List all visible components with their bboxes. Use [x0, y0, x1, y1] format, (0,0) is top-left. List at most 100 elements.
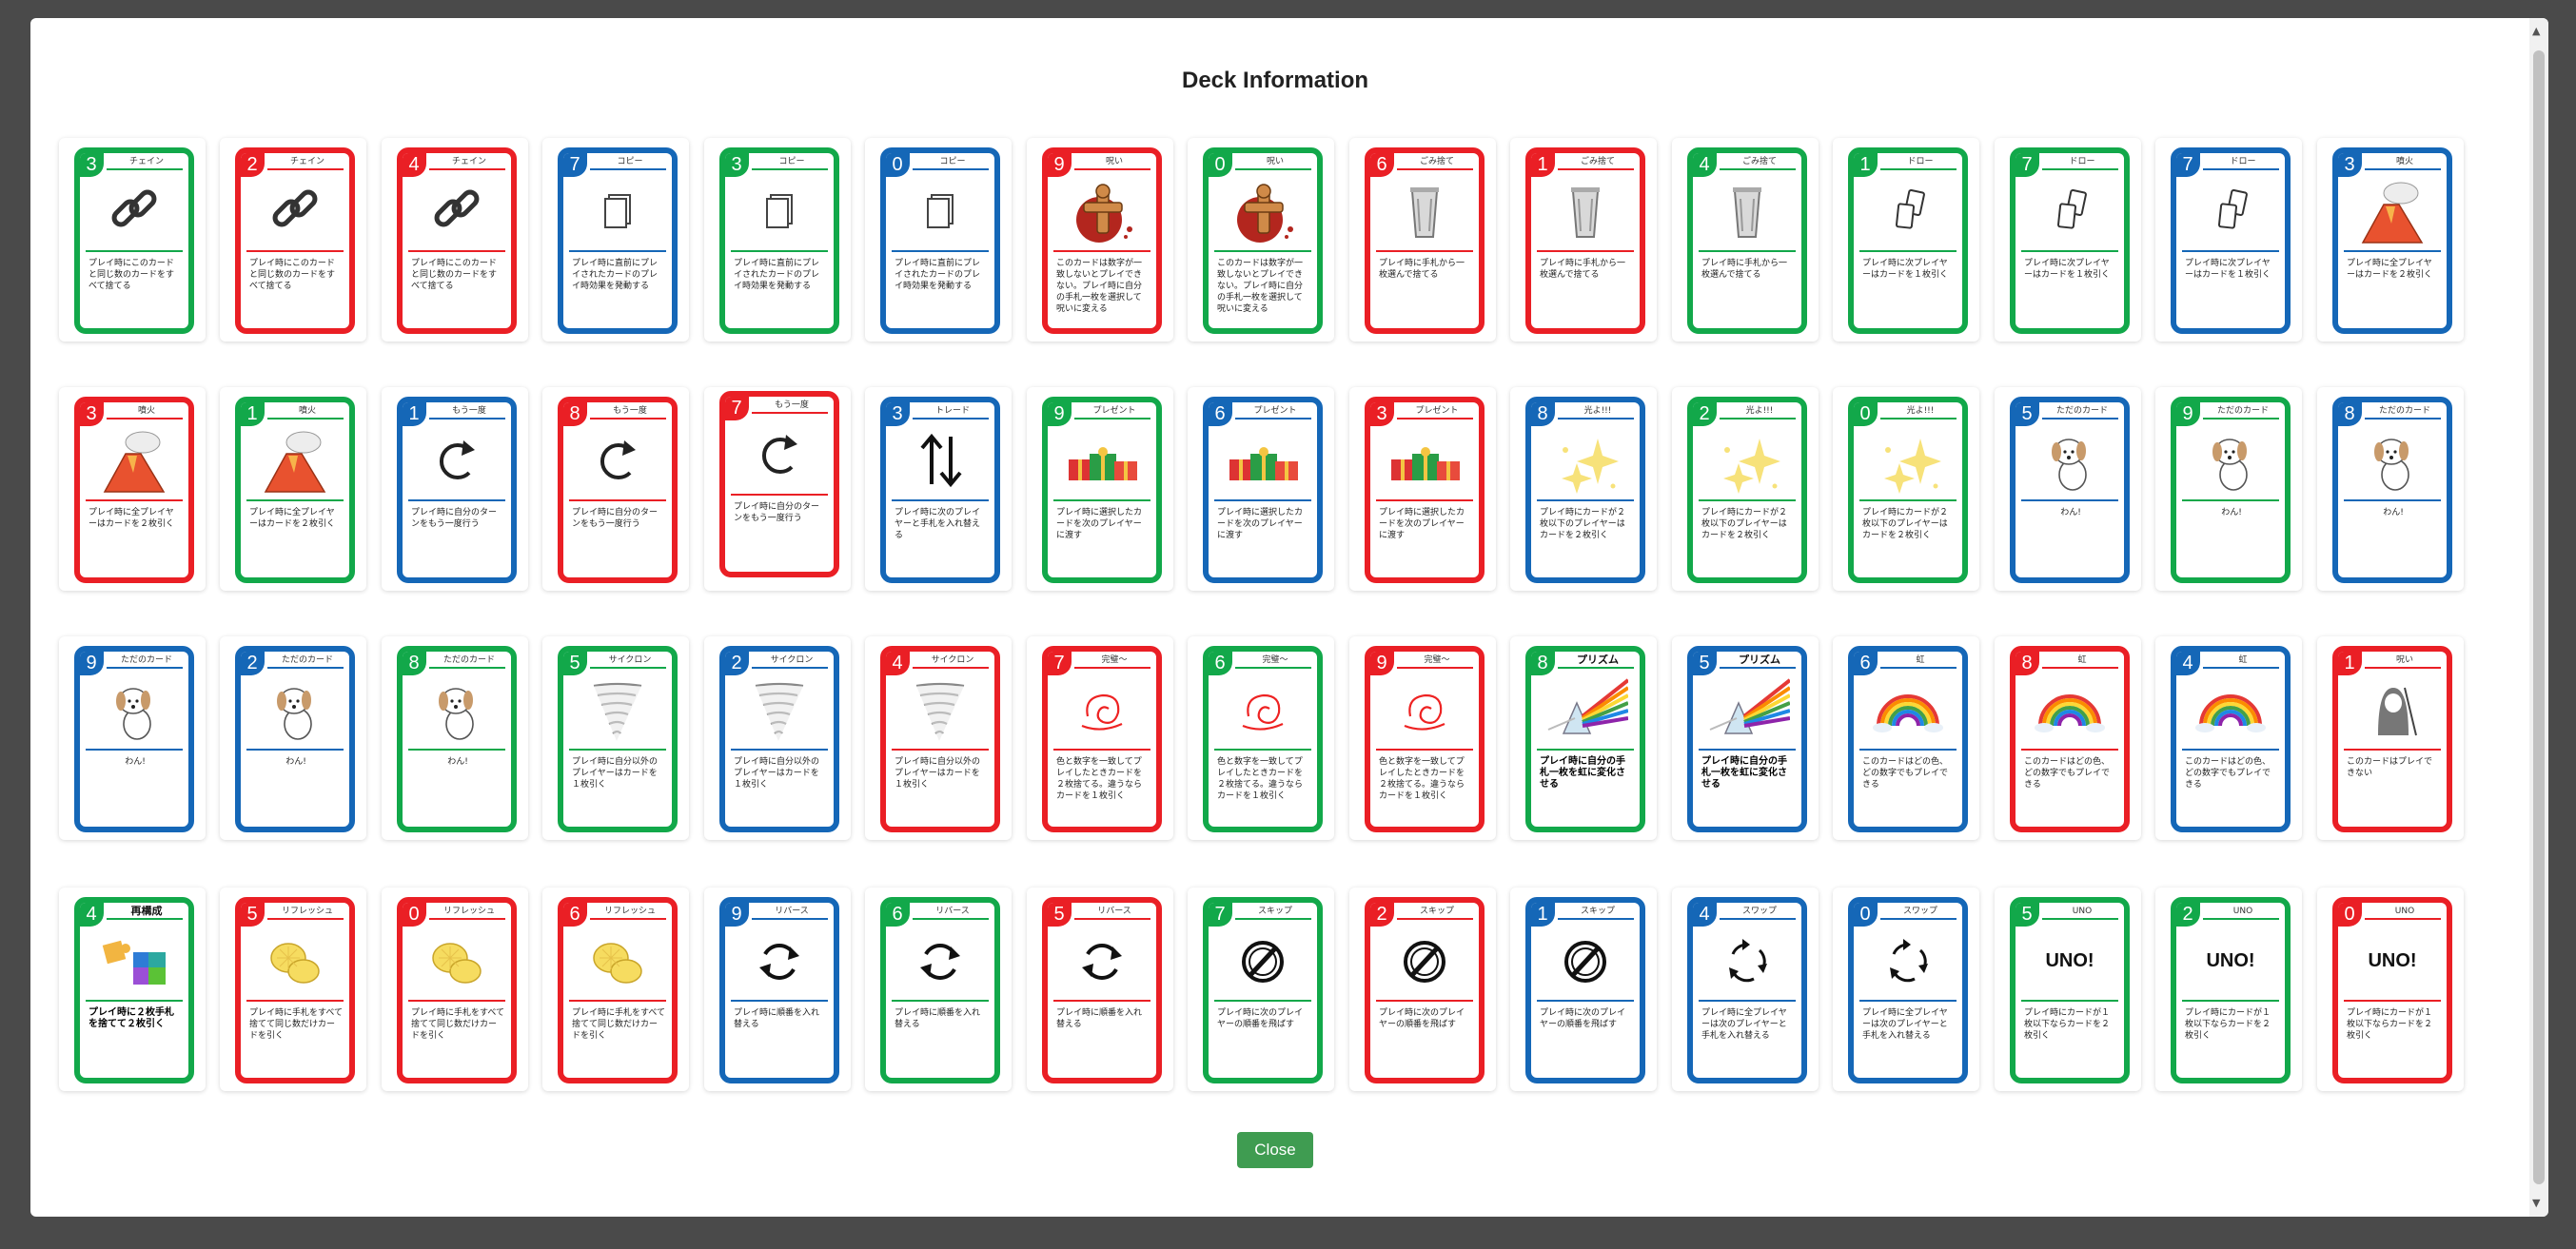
scroll-down-arrow-icon[interactable]: ▼	[2532, 1198, 2540, 1209]
card-number: 4	[1693, 903, 1717, 927]
card-divider	[2021, 499, 2118, 501]
card-name-underline	[1074, 918, 1150, 920]
deck-card-cell: 9 プレゼント プレイ時に選択したカードを次のプレイヤーに渡す	[1027, 387, 1173, 591]
card-name: 再構成	[130, 906, 163, 917]
card-name: 虹	[1916, 655, 1925, 665]
deck-card-cell: 4 ごみ捨て プレイ時に手札から一枚選んで捨てる	[1672, 138, 1819, 342]
card-number: 1	[1531, 903, 1555, 927]
card-name: 呪い	[1105, 157, 1123, 166]
card-description: プレイ時にこのカードと同じ数のカードをすべて捨てる	[88, 259, 175, 291]
card-number: 5	[2016, 402, 2039, 426]
game-card: 6 リバース プレイ時に順番を入れ替える	[880, 897, 1000, 1083]
card-name-underline	[1880, 168, 1957, 170]
deck-card-cell: 4 チェイン プレイ時にこのカードと同じ数のカードをすべて捨てる	[382, 138, 528, 342]
card-divider	[731, 494, 828, 496]
card-name: リフレッシュ	[442, 907, 495, 916]
game-card: 9 リバース プレイ時に順番を入れ替える	[719, 897, 839, 1083]
card-name: コピー	[617, 157, 643, 166]
rotate-icon	[1704, 926, 1790, 996]
card-divider	[1376, 250, 1473, 252]
card-divider	[569, 499, 666, 501]
card-name-underline	[590, 168, 666, 170]
card-description: プレイ時に手札をすべて捨てて同じ数だけカードを引く	[249, 1008, 344, 1041]
card-number: 3	[1370, 402, 1394, 426]
card-description: このカードはどの色、どの数字でもプレイできる	[1862, 757, 1949, 790]
chain-icon	[252, 176, 338, 246]
card-name-underline	[752, 168, 828, 170]
card-divider	[1376, 499, 1473, 501]
card-name: スキップ	[1419, 907, 1454, 916]
game-card: 2 ただのカード わん!	[235, 646, 355, 832]
card-name-underline	[1235, 168, 1311, 170]
card-number: 0	[1854, 402, 1878, 426]
card-name: ごみ捨て	[1741, 157, 1777, 166]
card-name-underline	[752, 918, 828, 920]
card-divider	[246, 499, 344, 501]
skip-icon	[1543, 926, 1628, 996]
deck-card-cell: 0 UNO UNO! プレイ時にカードが１枚以下ならカードを２枚引く	[2317, 888, 2464, 1091]
card-divider	[892, 1000, 989, 1002]
card-divider	[86, 250, 183, 252]
card-number: 9	[1048, 402, 1072, 426]
deck-card-cell: 3 噴火 プレイ時に全プレイヤーはカードを２枚引く	[59, 387, 206, 591]
game-card: 4 チェイン プレイ時にこのカードと同じ数のカードをすべて捨てる	[397, 147, 517, 334]
card-name: 呪い	[2395, 655, 2413, 665]
deck-card-cell: 4 虹このカードはどの色、どの数字でもプレイできる	[2155, 636, 2302, 840]
close-button[interactable]: Close	[1237, 1132, 1313, 1168]
game-card: 7 もう一度 プレイ時に自分のターンをもう一度行う	[719, 391, 839, 577]
game-card: 0 呪い このカードは数字が一致しないとプレイできない。プレイ時に自分の手札一枚を選…	[1203, 147, 1323, 334]
card-number: 6	[563, 903, 587, 927]
card-description: プレイ時にカードが１枚以下ならカードを２枚引く	[2347, 1008, 2433, 1041]
card-name-underline	[1397, 667, 1473, 669]
scrollbar[interactable]: ▲ ▼	[2529, 18, 2548, 1217]
card-divider	[1214, 250, 1311, 252]
game-card: 7 完璧～ 色と数字を一致してプレイしたときカードを２枚捨てる。違うならカードを１枚…	[1042, 646, 1162, 832]
card-divider	[1859, 499, 1957, 501]
card-divider	[1537, 749, 1634, 751]
deck-card-cell: 2 チェイン プレイ時にこのカードと同じ数のカードをすべて捨てる	[220, 138, 366, 342]
game-card: 3 噴火 プレイ時に全プレイヤーはカードを２枚引く	[74, 397, 194, 583]
card-name-underline	[2203, 418, 2279, 420]
scroll-up-arrow-icon[interactable]: ▲	[2532, 26, 2540, 37]
tornado-icon	[897, 674, 983, 745]
card-name-underline	[1720, 418, 1796, 420]
card-name-underline	[2203, 168, 2279, 170]
card-name-underline	[429, 168, 505, 170]
card-name: スワップ	[1902, 907, 1937, 916]
game-card: 3 コピー プレイ時に直前にプレイされたカードのプレイ時効果を発動する	[719, 147, 839, 334]
card-description: 色と数字を一致してプレイしたときカードを２枚捨てる。違うならカードを１枚引く	[1379, 757, 1465, 801]
repeat-arrow-icon	[414, 425, 500, 496]
card-number: 4	[1693, 153, 1717, 177]
uno-label: UNO!	[2368, 950, 2417, 971]
game-card: 9 ただのカード わん!	[2171, 397, 2291, 583]
card-description: プレイ時にカードが２枚以下のプレイヤーはカードを２枚引く	[1862, 508, 1949, 540]
card-number: 1	[403, 402, 426, 426]
card-name: サイクロン	[770, 655, 814, 665]
card-name-underline	[107, 918, 183, 920]
trash-can-icon	[1382, 176, 1467, 246]
card-name: サイクロン	[931, 655, 974, 665]
uno-text-icon: UNO!	[2350, 926, 2435, 996]
card-name: チェイン	[451, 157, 486, 166]
game-card: 6 リフレッシュ プレイ時に手札をすべて捨てて同じ数だけカードを引く	[558, 897, 678, 1083]
draw-cards-icon	[2188, 176, 2273, 246]
card-number: 6	[886, 903, 910, 927]
card-number: 3	[2338, 153, 2362, 177]
game-card: 2 光よ!!! プレイ時にカードが２枚以下のプレイヤーはカードを２枚引く	[1687, 397, 1807, 583]
card-name-underline	[2042, 667, 2118, 669]
deck-card-cell: 3 噴火 プレイ時に全プレイヤーはカードを２枚引く	[2317, 138, 2464, 342]
card-name: 虹	[2077, 655, 2087, 665]
game-card: 1 呪い このカードはプレイできない	[2332, 646, 2452, 832]
scrollbar-thumb[interactable]	[2533, 50, 2545, 1184]
card-name: プレゼント	[1253, 406, 1297, 416]
card-number: 2	[2176, 903, 2200, 927]
card-divider	[408, 250, 505, 252]
game-card: 6 プレゼント プレイ時に選択したカードを次のプレイヤーに渡す	[1203, 397, 1323, 583]
deck-card-cell: 1 ドロー プレイ時に次プレイヤーはカードを１枚引く	[1833, 138, 1979, 342]
card-description: 色と数字を一致してプレイしたときカードを２枚捨てる。違うならカードを１枚引く	[1217, 757, 1304, 801]
card-divider	[1214, 499, 1311, 501]
card-name-underline	[2042, 168, 2118, 170]
deck-card-cell: 9 呪い このカードは数字が一致しないとプレイできない。プレイ時に自分の手札一枚を選…	[1027, 138, 1173, 342]
game-card: 2 スキップ プレイ時に次のプレイヤーの順番を飛ばす	[1365, 897, 1485, 1083]
card-divider	[1053, 250, 1150, 252]
